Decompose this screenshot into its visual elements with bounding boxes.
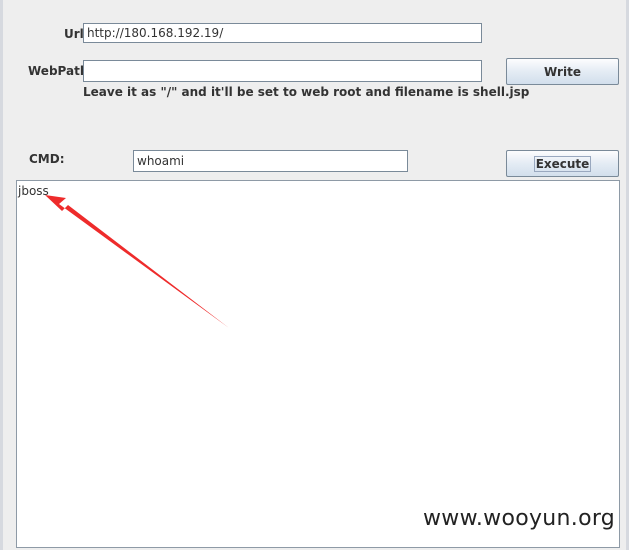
cmd-label: CMD:: [29, 152, 65, 166]
execute-button[interactable]: Execute: [506, 150, 619, 177]
write-button[interactable]: Write: [506, 58, 619, 85]
url-input[interactable]: [83, 23, 482, 43]
webpath-hint: Leave it as "/" and it'll be set to web …: [83, 85, 530, 99]
output-textarea[interactable]: jboss: [16, 180, 620, 548]
write-button-label: Write: [544, 64, 581, 79]
execute-button-label: Execute: [533, 155, 592, 172]
watermark-text: www.wooyun.org: [423, 506, 616, 531]
cmd-input[interactable]: [133, 150, 408, 172]
output-text: jboss: [18, 184, 49, 198]
webpath-input[interactable]: [83, 60, 482, 82]
window-frame-left: [0, 0, 3, 550]
